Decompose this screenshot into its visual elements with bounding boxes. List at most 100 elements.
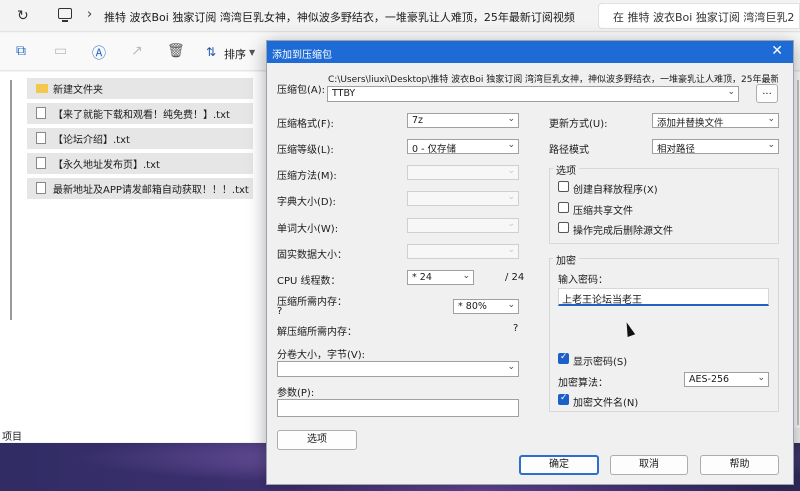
encrypt-names-label[interactable]: 加密文件名(N) — [573, 394, 638, 409]
format-label: 压缩格式(F): — [277, 119, 334, 130]
file-name: 新建文件夹 — [53, 85, 103, 96]
archive-name-value: TTBY — [332, 88, 356, 99]
browse-button[interactable]: ... — [756, 84, 778, 103]
chevron-down-icon: ⌄ — [507, 114, 515, 124]
level-label: 压缩等级(L): — [277, 145, 334, 156]
level-value: 0 - 仅存储 — [412, 144, 457, 154]
dialog-titlebar[interactable]: 添加到压缩包 ✕ — [267, 41, 793, 63]
method-select: ⌄ — [407, 165, 519, 180]
show-password-checkbox[interactable] — [558, 352, 569, 364]
sfx-label[interactable]: 创建自释放程序(X) — [573, 181, 658, 196]
file-name: 【来了就能下载和观看！纯免费！】.txt — [53, 110, 230, 121]
threads-value: * 24 — [412, 272, 432, 283]
chevron-down-icon: ⌄ — [507, 140, 515, 150]
sort-button[interactable]: 排序 — [224, 46, 246, 62]
solid-size-label: 固实数据大小： — [277, 250, 347, 261]
chevron-down-icon: ⌄ — [767, 140, 775, 150]
chevron-down-icon: ⌄ — [507, 362, 515, 372]
cancel-button[interactable]: 取消 — [610, 455, 688, 475]
list-item[interactable]: 最新地址及APP请发邮箱自动获取！！！.txt — [27, 178, 253, 199]
decompress-memory-label: 解压缩所需内存： — [277, 327, 357, 338]
refresh-icon[interactable]: ↻ — [17, 8, 29, 24]
file-name: 【永久地址发布页】.txt — [53, 160, 160, 171]
encryption-method-label: 加密算法： — [558, 378, 608, 389]
list-item[interactable]: 【来了就能下载和观看！纯免费！】.txt — [27, 103, 253, 124]
chevron-down-icon: ⌄ — [507, 245, 515, 255]
archive-path: C:\Users\liuxi\Desktop\推特 波衣Boi 独家订阅 湾湾巨… — [328, 75, 778, 85]
chevron-down-icon: ⌄ — [767, 114, 775, 124]
dictionary-label: 字典大小(D): — [277, 197, 336, 208]
list-item[interactable]: 【论坛介绍】.txt — [27, 128, 253, 149]
memory-select[interactable]: * 80% ⌄ — [453, 299, 519, 314]
format-select[interactable]: 7z ⌄ — [407, 113, 519, 128]
path-mode-label: 路径模式 — [549, 145, 589, 156]
copy-icon[interactable]: ⧉ — [16, 43, 26, 59]
list-item[interactable]: 【永久地址发布页】.txt — [27, 153, 253, 174]
breadcrumb[interactable]: 推特 波衣Boi 独家订阅 湾湾巨乳女神，神似波多野结衣，一堆豪乳让人难顶，25… — [104, 9, 575, 25]
encryption-method-value: AES-256 — [689, 374, 730, 385]
update-mode-select[interactable]: 添加并替换文件 ⌄ — [652, 113, 779, 128]
file-name: 最新地址及APP请发邮箱自动获取！！！.txt — [53, 185, 249, 196]
chevron-right-icon[interactable]: › — [87, 7, 92, 22]
word-size-select: ⌄ — [407, 218, 519, 233]
navigation-scrollbar[interactable] — [10, 80, 12, 320]
chevron-down-icon: ⌄ — [727, 87, 735, 97]
text-file-icon — [36, 182, 46, 194]
archive-name-combo[interactable]: TTBY ⌄ — [327, 86, 739, 102]
memory-label: 压缩所需内存： — [277, 297, 347, 308]
solid-size-select: ⌄ — [407, 244, 519, 259]
delete-after-label[interactable]: 操作完成后删除源文件 — [573, 222, 673, 237]
path-mode-select[interactable]: 相对路径 ⌄ — [652, 139, 779, 154]
chevron-down-icon: ⌄ — [507, 166, 515, 176]
address-bar: ↻ › 推特 波衣Boi 独家订阅 湾湾巨乳女神，神似波多野结衣，一堆豪乳让人难… — [0, 0, 800, 32]
dictionary-select: ⌄ — [407, 191, 519, 206]
encryption-method-select[interactable]: AES-256 ⌄ — [684, 372, 769, 387]
split-select[interactable]: ⌄ — [277, 361, 519, 377]
share-icon[interactable]: ↗ — [131, 43, 143, 59]
text-file-icon — [36, 107, 46, 119]
delete-icon[interactable]: 🗑 — [167, 43, 185, 59]
format-value: 7z — [412, 115, 424, 126]
folder-icon — [36, 84, 48, 93]
ok-button[interactable]: 确定 — [519, 455, 599, 475]
word-size-label: 单词大小(W): — [277, 224, 339, 235]
sfx-checkbox[interactable] — [558, 181, 569, 192]
params-label: 参数(P): — [277, 388, 315, 399]
encrypt-names-checkbox[interactable] — [558, 393, 569, 405]
options-button[interactable]: 选项 — [277, 430, 357, 450]
content-scrollbar[interactable] — [796, 80, 800, 440]
dialog-title: 添加到压缩包 — [272, 50, 332, 61]
sort-icon[interactable]: ⇅ — [206, 45, 216, 59]
chevron-down-icon: ⌄ — [507, 219, 515, 229]
paste-icon[interactable]: ▭ — [54, 43, 67, 59]
show-password-label[interactable]: 显示密码(S) — [573, 353, 627, 368]
params-input[interactable] — [277, 399, 519, 417]
password-label: 输入密码： — [558, 275, 608, 286]
threads-select[interactable]: * 24 ⌄ — [407, 270, 474, 285]
chevron-down-icon: ⌄ — [507, 300, 515, 310]
list-item[interactable]: 新建文件夹 — [27, 78, 253, 99]
memory-value: ? — [277, 306, 283, 317]
add-to-archive-dialog: 添加到压缩包 ✕ 压缩包(A): C:\Users\liuxi\Desktop\… — [266, 40, 794, 485]
level-select[interactable]: 0 - 仅存储 ⌄ — [407, 139, 519, 154]
rename-icon[interactable]: Ⓐ — [92, 43, 106, 63]
encryption-group-label: 加密 — [553, 252, 579, 267]
computer-icon[interactable] — [58, 8, 72, 22]
close-icon[interactable]: ✕ — [771, 43, 783, 59]
threads-max: / 24 — [505, 272, 525, 283]
delete-after-checkbox[interactable] — [558, 222, 569, 233]
text-file-icon — [36, 132, 46, 144]
help-button[interactable]: 帮助 — [700, 455, 779, 475]
threads-label: CPU 线程数： — [277, 276, 341, 287]
search-input[interactable]: 在 推特 波衣Boi 独家订阅 湾湾巨乳2 — [598, 3, 800, 29]
update-mode-value: 添加并替换文件 — [657, 118, 724, 128]
chevron-down-icon[interactable]: ▼ — [249, 48, 255, 57]
archive-label: 压缩包(A): — [277, 85, 326, 96]
split-label: 分卷大小，字节(V): — [277, 350, 366, 361]
shared-files-checkbox[interactable] — [558, 202, 569, 213]
password-input[interactable]: 上老王论坛当老王 — [558, 288, 769, 306]
shared-files-label[interactable]: 压缩共享文件 — [573, 202, 633, 217]
options-group-label: 选项 — [553, 162, 579, 177]
method-label: 压缩方法(M): — [277, 171, 337, 182]
decompress-memory-value: ? — [513, 323, 519, 334]
